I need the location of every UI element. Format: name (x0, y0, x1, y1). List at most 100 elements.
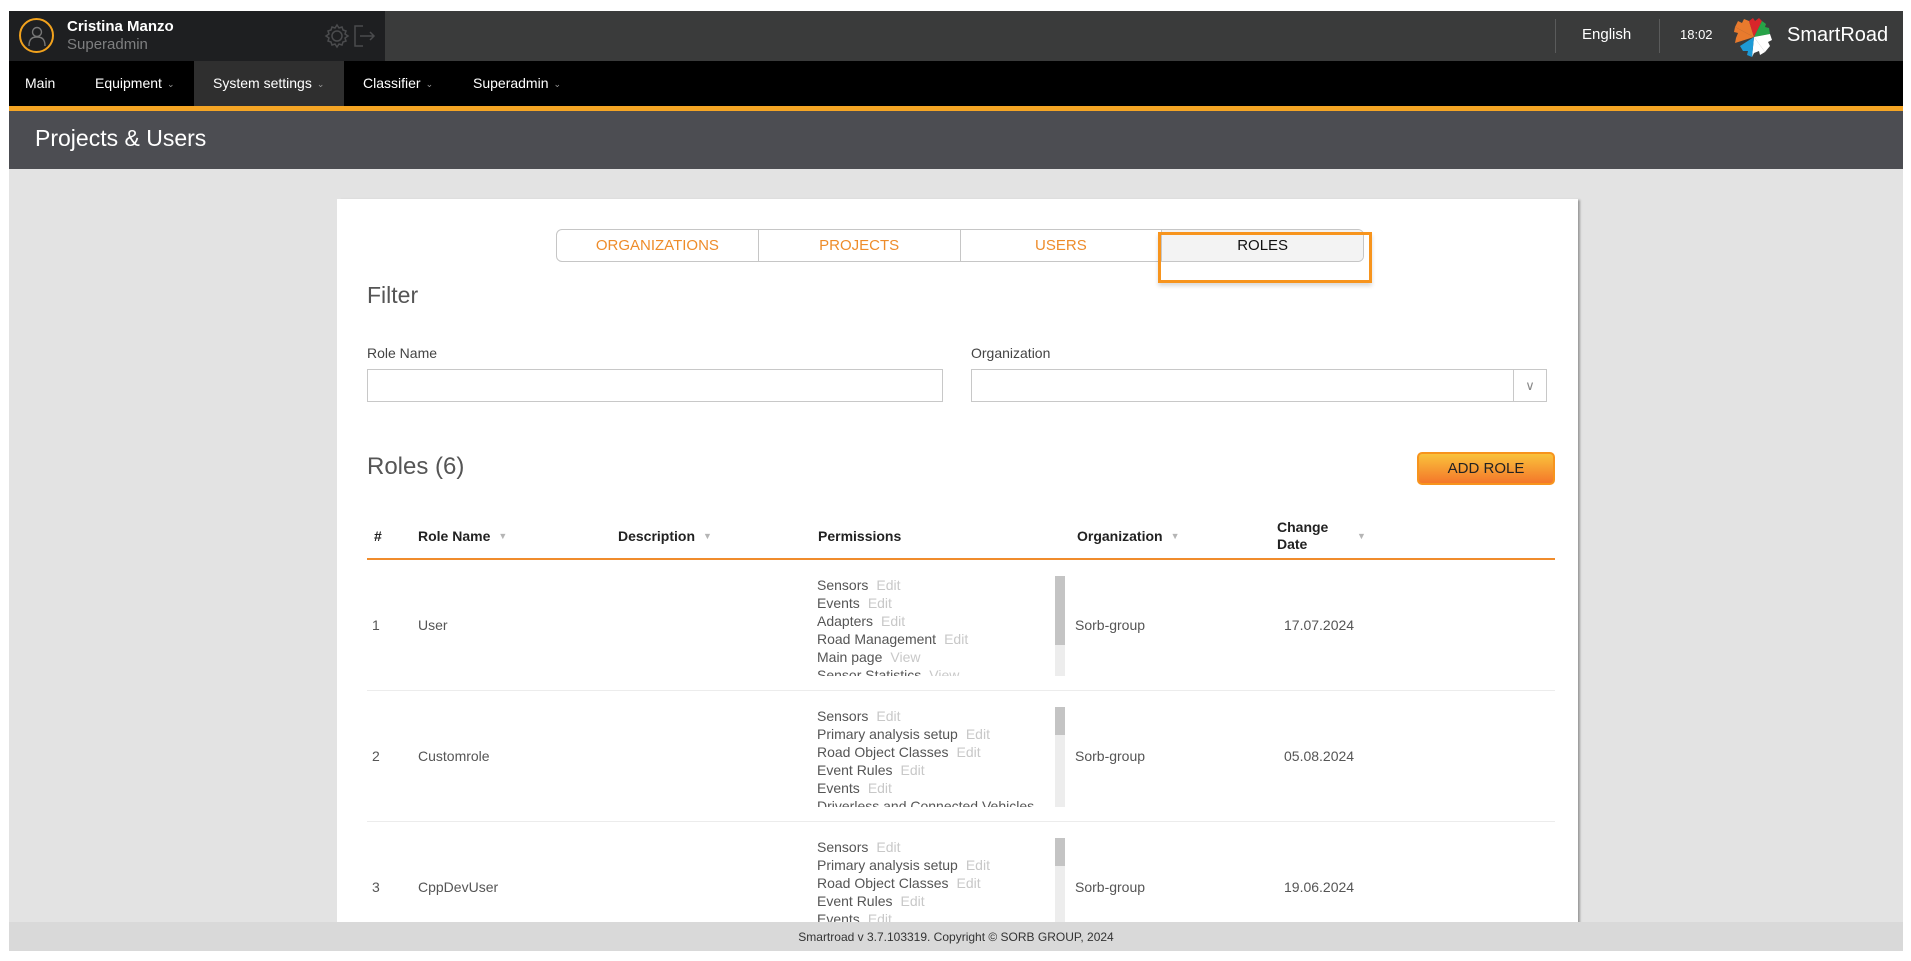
column-label: Permissions (818, 528, 902, 544)
roles-heading: Roles (6) (367, 453, 465, 480)
nav-item-equipment[interactable]: Equipment ⌄ (95, 61, 174, 106)
permission-item: Main page View (817, 648, 1037, 666)
role-name-input[interactable] (367, 369, 943, 402)
permission-access: Edit (876, 839, 901, 855)
column-organization[interactable]: Organization ▼ (1077, 514, 1179, 558)
nav-label: Superadmin (473, 75, 549, 91)
user-name: Cristina Manzo (67, 18, 174, 35)
column-label: # (374, 528, 382, 544)
role-change-date: 05.08.2024 (1284, 748, 1355, 764)
permission-name: Road Object Classes (817, 875, 949, 891)
organization-select[interactable]: ∨ (971, 369, 1547, 402)
row-number: 1 (372, 617, 380, 633)
user-icon[interactable] (19, 18, 54, 53)
column-permissions: Permissions (818, 514, 901, 558)
permission-item: Event Rules Edit (817, 761, 1037, 779)
table-row[interactable]: 2 Customrole Sensors Edit Primary analysi… (367, 691, 1555, 822)
permission-item: Driverless and Connected Vehicles (817, 797, 1037, 807)
permission-name: Primary analysis setup (817, 726, 958, 742)
column-role-name[interactable]: Role Name ▼ (418, 514, 507, 558)
permission-item: Event Rules Edit (817, 892, 1037, 910)
permission-name: Event Rules (817, 762, 893, 778)
permission-name: Sensor Statistics (817, 667, 922, 676)
nav-label: System settings (213, 75, 312, 91)
user-role: Superadmin (67, 36, 148, 53)
sort-icon[interactable]: ▼ (498, 531, 507, 541)
permission-access: Edit (876, 708, 901, 724)
role-name: Customrole (418, 748, 490, 764)
permission-item: Primary analysis setup Edit (817, 856, 1037, 874)
tab-roles[interactable]: ROLES (1162, 230, 1363, 261)
brand-name: SmartRoad (1787, 24, 1889, 46)
row-number: 2 (372, 748, 380, 764)
scrollbar-thumb[interactable] (1055, 707, 1065, 735)
permission-name: Road Object Classes (817, 744, 949, 760)
permission-access: Edit (881, 613, 906, 629)
table-row[interactable]: 1 User Sensors Edit Events Edit Adapters Ed… (367, 560, 1555, 691)
row-number: 3 (372, 879, 380, 895)
permission-name: Primary analysis setup (817, 857, 958, 873)
column-label: Change Date (1277, 519, 1329, 552)
nav-item-classifier[interactable]: Classifier ⌄ (363, 61, 433, 106)
permission-item: Road Object Classes Edit (817, 743, 1037, 761)
column-change-date[interactable]: Change Date ▼ (1277, 514, 1366, 558)
role-name-label: Role Name (367, 345, 438, 361)
column-number: # (374, 514, 382, 558)
permissions-scrollbar[interactable] (1055, 576, 1065, 676)
header-divider (1659, 19, 1660, 53)
chevron-down-icon[interactable]: ∨ (1513, 370, 1546, 401)
permission-access: View (929, 667, 960, 676)
nav-item-system-settings[interactable]: System settings ⌄ (194, 61, 344, 106)
permission-name: Sensors (817, 577, 869, 593)
chevron-down-icon: ⌄ (316, 79, 325, 89)
sort-icon[interactable]: ▼ (1357, 528, 1366, 545)
tab-users[interactable]: USERS (961, 230, 1163, 261)
permissions-list: Sensors Edit Primary analysis setup Edit R… (817, 707, 1037, 807)
permission-access: Edit (956, 744, 981, 760)
scrollbar-thumb[interactable] (1055, 838, 1065, 866)
permission-item: Sensors Edit (817, 707, 1037, 725)
logout-icon[interactable] (351, 23, 377, 49)
organization-label: Organization (971, 345, 1051, 361)
column-description[interactable]: Description ▼ (618, 514, 712, 558)
permission-item: Adapters Edit (817, 612, 1037, 630)
permission-name: Sensors (817, 839, 869, 855)
language-selector[interactable]: English (1582, 26, 1631, 43)
nav-item-superadmin[interactable]: Superadmin ⌄ (473, 61, 561, 106)
permission-item: Sensors Edit (817, 838, 1037, 856)
nav-item-main[interactable]: Main (25, 61, 55, 106)
permission-item: Primary analysis setup Edit (817, 725, 1037, 743)
permission-name: Driverless and Connected Vehicles (817, 798, 1035, 807)
page-title-bar: Projects & Users (9, 111, 1903, 169)
chevron-down-icon: ⌄ (166, 79, 175, 89)
role-change-date: 19.06.2024 (1284, 879, 1355, 895)
permission-access: Edit (867, 595, 892, 611)
permission-item: Road Management Edit (817, 630, 1037, 648)
role-organization: Sorb-group (1075, 748, 1146, 764)
add-role-button[interactable]: ADD ROLE (1417, 452, 1555, 485)
permission-name: Road Management (817, 631, 937, 647)
permissions-scrollbar[interactable] (1055, 707, 1065, 807)
role-name: User (418, 617, 448, 633)
permission-item: Road Object Classes Edit (817, 874, 1037, 892)
copyright-text: Smartroad v 3.7.103319. Copyright © SORB… (798, 929, 1114, 944)
nav-label: Classifier (363, 75, 421, 91)
column-label: Organization (1077, 528, 1163, 544)
sort-icon[interactable]: ▼ (703, 531, 712, 541)
content-card: ORGANIZATIONS PROJECTS USERS ROLES Filte… (337, 199, 1578, 951)
tab-organizations[interactable]: ORGANIZATIONS (557, 230, 759, 261)
header-divider (1555, 19, 1556, 53)
scrollbar-thumb[interactable] (1055, 576, 1065, 645)
permission-access: Edit (965, 857, 990, 873)
chevron-down-icon: ⌄ (553, 79, 562, 89)
clock: 18:02 (1680, 27, 1713, 42)
sort-icon[interactable]: ▼ (1171, 531, 1180, 541)
tab-projects[interactable]: PROJECTS (759, 230, 961, 261)
permission-item: Events Edit (817, 779, 1037, 797)
role-name: CppDevUser (418, 879, 499, 895)
top-header: Cristina Manzo Superadmin English 18:02 (9, 11, 1903, 61)
nav-label: Main (25, 75, 56, 91)
user-block: Cristina Manzo Superadmin (9, 11, 385, 61)
gear-icon[interactable] (324, 23, 350, 49)
permission-access: Edit (867, 780, 892, 796)
